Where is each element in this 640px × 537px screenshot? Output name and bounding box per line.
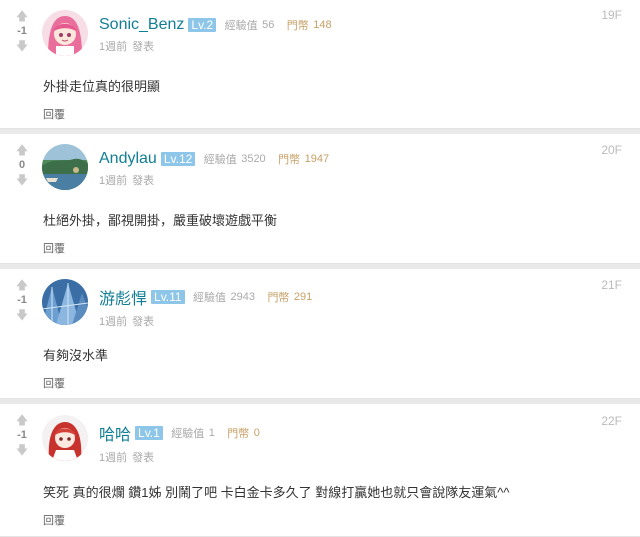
exp-value: 2943 (230, 291, 255, 303)
level-badge: Lv.12 (160, 152, 196, 166)
post-time: 1週前 (99, 316, 128, 328)
floor-number: 21F (601, 278, 622, 292)
vote-score: -1 (17, 25, 27, 37)
comment-21f: 🡅 -1 🡇 游彪悍 Lv.11 經驗值 2943 門幣 291 1週前發表 (0, 269, 640, 399)
user-avatar-you-biao-han[interactable] (42, 279, 88, 325)
post-time: 1週前 (99, 175, 128, 188)
coin-value: 291 (293, 291, 313, 303)
exp-value: 56 (262, 19, 275, 31)
user-avatar-andylau[interactable] (42, 144, 88, 190)
coin-value: 148 (313, 19, 332, 31)
reply-button[interactable]: 回覆 (43, 375, 65, 391)
comment-20f: 🡅 0 🡇 Andylau Lv.12 經驗值 3520 門幣 1947 1週前發… (0, 134, 640, 264)
comment-meta: Sonic_Benz Lv.2 經驗值 56 門幣 148 1週前 發表 (99, 16, 332, 54)
user-avatar-sonic-benz[interactable] (42, 10, 88, 56)
downvote-arrow-icon[interactable]: 🡇 (8, 172, 36, 188)
coin-value: 1947 (304, 153, 330, 165)
exp-label: 經驗值 (171, 428, 205, 440)
username[interactable]: Sonic_Benz (99, 16, 184, 33)
post-label: 發表 (132, 452, 155, 464)
vote-controls: 🡅 -1 🡇 (8, 412, 36, 458)
level-badge: Lv.11 (151, 290, 185, 304)
downvote-arrow-icon[interactable]: 🡇 (8, 38, 36, 54)
comment-meta: Andylau Lv.12 經驗值 3520 門幣 1947 1週前 發表 (99, 150, 329, 188)
level-badge: Lv.2 (188, 18, 217, 32)
exp-label: 經驗值 (193, 292, 227, 304)
vote-controls: 🡅 -1 🡇 (8, 8, 36, 54)
post-time: 1週前 (99, 41, 128, 54)
exp-value: 3520 (241, 153, 266, 165)
post-time-line: 1週前 發表 (99, 313, 312, 329)
comment-body: 有夠沒水準 (43, 348, 109, 363)
post-time-line: 1週前 發表 (99, 172, 329, 188)
level-badge: Lv.1 (135, 426, 163, 440)
coin-label: 門幣 (227, 428, 250, 440)
coin-value: 0 (253, 427, 260, 439)
coin-label: 門幣 (286, 20, 309, 32)
floor-number: 20F (601, 143, 622, 157)
post-label: 發表 (132, 41, 155, 54)
reply-button[interactable]: 回覆 (43, 512, 65, 528)
post-time-line: 1週前 發表 (99, 449, 260, 465)
username[interactable]: 游彪悍 (99, 291, 147, 308)
post-label: 發表 (132, 175, 155, 188)
floor-number: 22F (601, 414, 622, 428)
coin-label: 門幣 (267, 292, 290, 304)
exp-label: 經驗值 (224, 20, 258, 32)
username[interactable]: 哈哈 (99, 427, 131, 444)
vote-score: -1 (17, 294, 27, 306)
comment-list: 🡅 -1 🡇 Sonic_Benz Lv.2 經驗值 56 門幣 148 1週前… (0, 0, 640, 537)
vote-score: -1 (17, 429, 27, 441)
reply-button[interactable]: 回覆 (43, 106, 65, 122)
downvote-arrow-icon[interactable]: 🡇 (8, 307, 36, 323)
exp-value: 1 (208, 427, 215, 439)
upvote-arrow-icon[interactable]: 🡅 (8, 8, 36, 24)
upvote-arrow-icon[interactable]: 🡅 (8, 412, 36, 428)
post-time-line: 1週前 發表 (99, 38, 332, 54)
comment-body: 笑死 真的很爛 鑽1姊 別鬧了吧 卡白金卡多久了 對線打贏她也就只會說隊友運氣^… (43, 485, 510, 500)
floor-number: 19F (601, 8, 622, 22)
vote-controls: 🡅 -1 🡇 (8, 277, 36, 323)
comment-body: 外掛走位真的很明顯 (43, 79, 161, 94)
comment-body: 杜絕外掛，鄙視開掛，嚴重破壞遊戲平衡 (43, 213, 278, 228)
coin-label: 門幣 (278, 154, 301, 166)
downvote-arrow-icon[interactable]: 🡇 (8, 442, 36, 458)
comment-meta: 哈哈 Lv.1 經驗值 1 門幣 0 1週前 發表 (99, 421, 260, 465)
vote-score: 0 (18, 159, 26, 171)
user-avatar-haha[interactable] (42, 415, 88, 461)
vote-controls: 🡅 0 🡇 (8, 142, 36, 188)
exp-label: 經驗值 (203, 154, 237, 166)
comment-22f: 🡅 -1 🡇 哈哈 Lv.1 經驗值 1 門幣 0 1週前 發表 22F 笑死 … (0, 404, 640, 537)
post-time: 1週前 (99, 452, 128, 464)
reply-button[interactable]: 回覆 (43, 240, 65, 256)
post-label: 發表 (132, 316, 155, 328)
upvote-arrow-icon[interactable]: 🡅 (8, 277, 36, 293)
comment-19f: 🡅 -1 🡇 Sonic_Benz Lv.2 經驗值 56 門幣 148 1週前… (0, 0, 640, 129)
comment-meta: 游彪悍 Lv.11 經驗值 2943 門幣 291 1週前 發表 (99, 285, 312, 329)
username[interactable]: Andylau (99, 150, 157, 167)
upvote-arrow-icon[interactable]: 🡅 (8, 142, 36, 158)
